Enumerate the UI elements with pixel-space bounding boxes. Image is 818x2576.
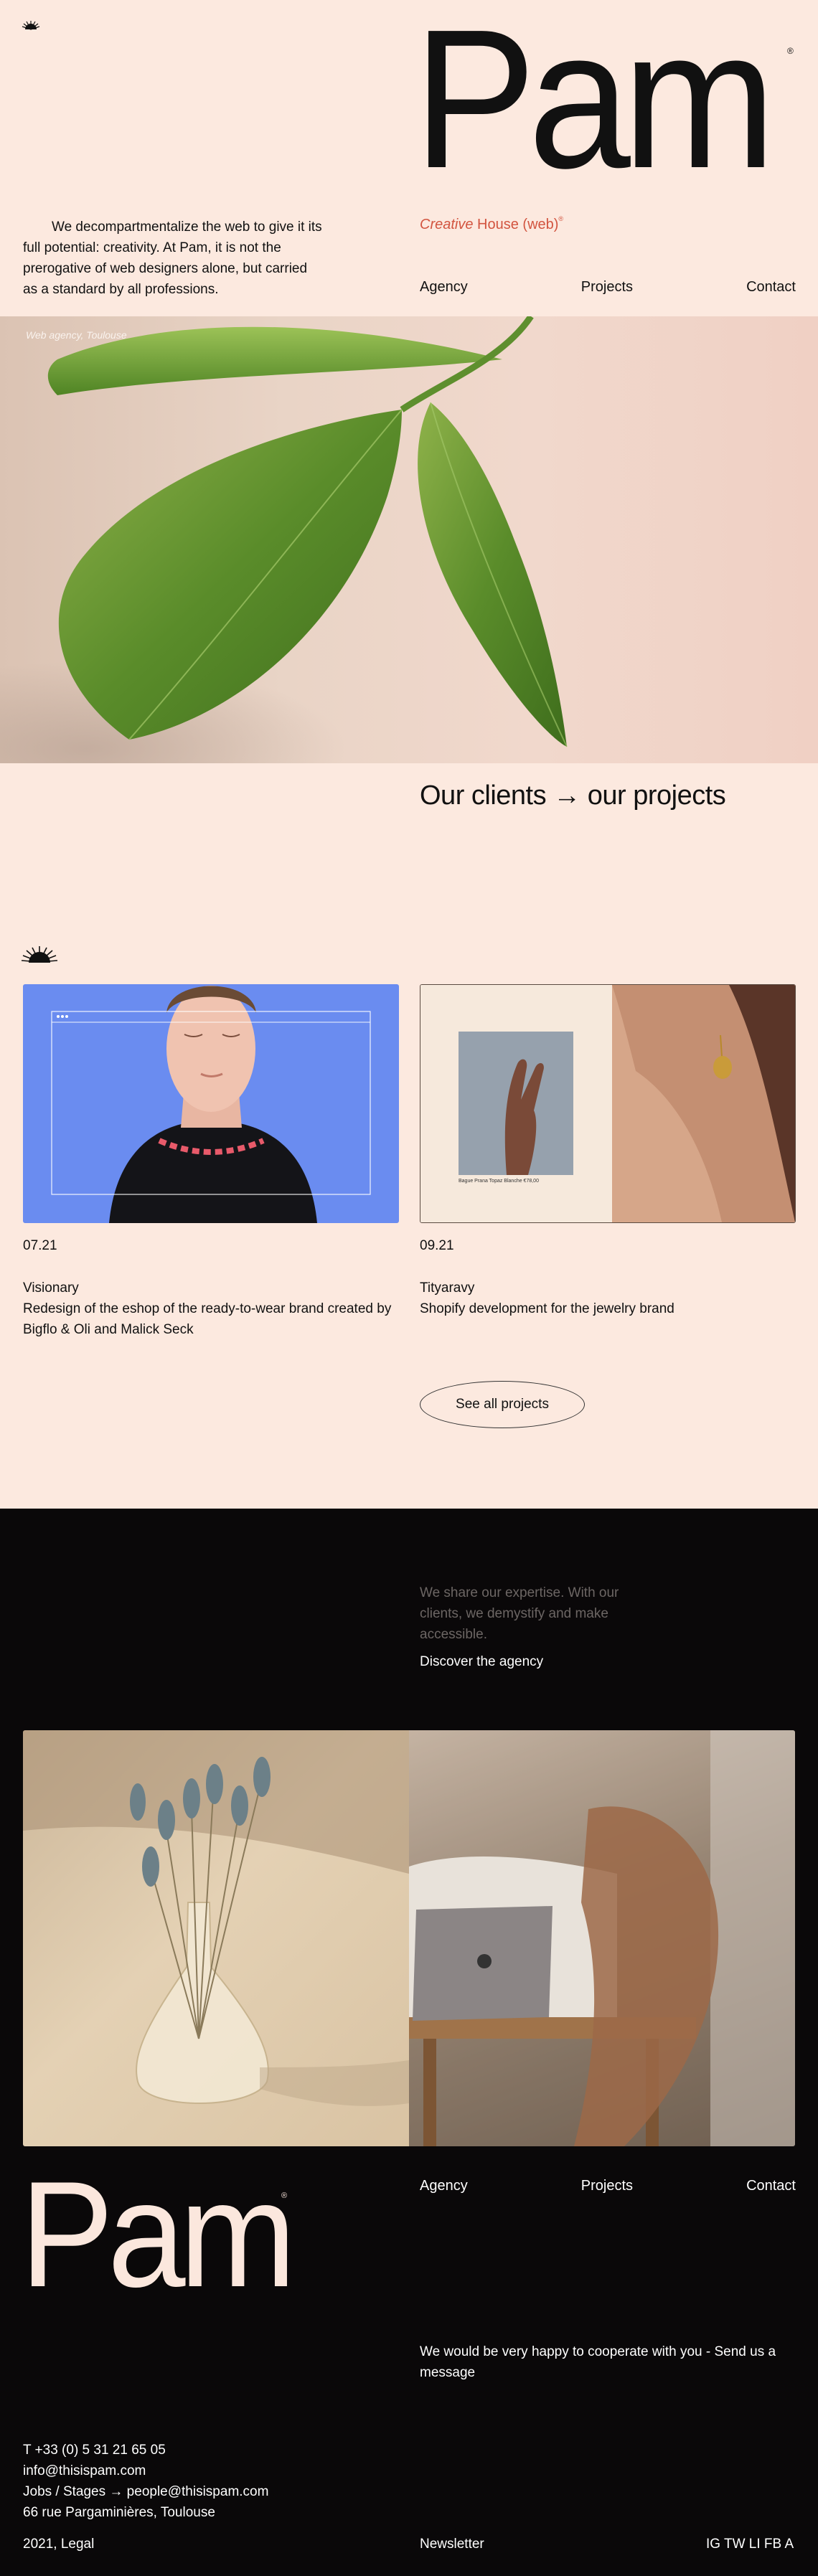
agency-gallery — [23, 1730, 795, 2146]
email-link[interactable]: info@thisispam.com — [23, 2461, 268, 2481]
intro-text: We decompartmentalize the web to give it… — [23, 220, 322, 297]
hero-section: Pam ® We decompartmentalize the web to g… — [0, 0, 818, 316]
phone-number[interactable]: T +33 (0) 5 31 21 65 05 — [23, 2440, 268, 2461]
address: 66 rue Pargaminières, Toulouse — [23, 2505, 215, 2520]
nav-contact[interactable]: Contact — [746, 279, 796, 296]
jobs-link[interactable]: Jobs / Stages → people@thisispam.com — [23, 2481, 268, 2502]
project-description: Redesign of the eshop of the ready-to-we… — [23, 1301, 392, 1337]
footer-logo[interactable]: Pam — [20, 2159, 296, 2310]
registered-mark: ® — [787, 46, 794, 56]
tagline: Creative House (web)® — [420, 215, 564, 233]
expertise-text: We share our expertise. With our clients… — [420, 1585, 619, 1642]
sun-icon — [22, 946, 57, 963]
contact-block: T +33 (0) 5 31 21 65 05 info@thisispam.c… — [23, 2440, 268, 2523]
tagline-rest: House (web) — [473, 217, 559, 232]
clients-heading: Our clients → our projects — [420, 780, 726, 811]
see-all-projects-button[interactable]: See all projects — [420, 1381, 585, 1428]
nav-agency[interactable]: Agency — [420, 279, 468, 296]
visionary-image — [51, 986, 371, 1223]
footer-nav-projects[interactable]: Projects — [581, 2178, 633, 2194]
footer-nav-agency[interactable]: Agency — [420, 2178, 468, 2194]
brand-logo[interactable]: Pam — [413, 0, 776, 198]
card2-product-label: Bague Prana Topaz Blanche €78,00 — [459, 1179, 539, 1184]
social-links-text[interactable]: IG TW LI FB A — [706, 2537, 794, 2552]
page: Pam ® We decompartmentalize the web to g… — [0, 0, 818, 2576]
leaf-illustration — [0, 316, 568, 763]
footer-nav-contact[interactable]: Contact — [746, 2178, 796, 2194]
laptop-photo — [409, 1730, 795, 2146]
project-date: 07.21 — [23, 1238, 57, 1253]
tagline-italic: Creative — [420, 217, 474, 232]
social-links: IG TW LI FB A — [706, 2537, 794, 2552]
newsletter-link-wrap: Newsletter — [420, 2537, 484, 2552]
project-name[interactable]: Tityaravy — [420, 1278, 474, 1298]
legal-link-wrap: 2021, Legal — [23, 2537, 94, 2552]
newsletter-link[interactable]: Newsletter — [420, 2537, 484, 2552]
legal-link[interactable]: 2021, Legal — [23, 2537, 94, 2552]
footer-nav: Agency Projects Contact — [420, 2178, 796, 2194]
project-card-visionary[interactable] — [23, 984, 399, 1223]
main-nav: Agency Projects Contact — [420, 279, 796, 296]
project-description: Shopify development for the jewelry bran… — [420, 1301, 674, 1316]
hero-caption: Web agency, Toulouse — [26, 329, 127, 341]
tagline-sup: ® — [558, 215, 564, 222]
project-name[interactable]: Visionary — [23, 1278, 79, 1298]
vase-photo — [23, 1730, 409, 2146]
nav-projects[interactable]: Projects — [581, 279, 633, 296]
project-card-tityaravy[interactable]: Bague Prana Topaz Blanche €78,00 — [420, 984, 796, 1223]
tityaravy-image — [420, 985, 795, 1222]
discover-agency-link[interactable]: Discover the agency — [420, 1654, 543, 1670]
hero-image: Web agency, Toulouse — [0, 316, 818, 763]
sun-logo-icon[interactable] — [22, 19, 40, 31]
cooperate-text[interactable]: We would be very happy to cooperate with… — [420, 2341, 800, 2383]
footer-registered-mark: ® — [281, 2192, 288, 2200]
project-date: 09.21 — [420, 1238, 454, 1253]
